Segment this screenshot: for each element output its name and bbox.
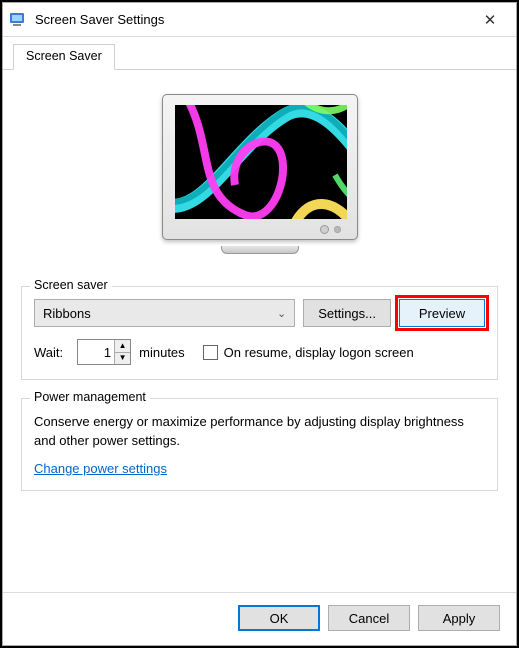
monitor-button-icon: [320, 225, 329, 234]
minutes-label: minutes: [139, 345, 185, 360]
cancel-button[interactable]: Cancel: [328, 605, 410, 631]
power-text: Conserve energy or maximize performance …: [34, 413, 485, 451]
close-button[interactable]: ✕: [470, 6, 510, 34]
settings-button[interactable]: Settings...: [303, 299, 391, 327]
monitor-stand: [221, 246, 299, 254]
monitor-led-icon: [334, 226, 341, 233]
screensaver-dropdown[interactable]: Ribbons ⌄: [34, 299, 295, 327]
apply-button[interactable]: Apply: [418, 605, 500, 631]
screensaver-settings-dialog: Screen Saver Settings ✕ Screen Saver: [2, 2, 517, 646]
wait-label: Wait:: [34, 345, 63, 360]
preview-area: [21, 88, 498, 278]
ok-button[interactable]: OK: [238, 605, 320, 631]
monitor-preview: [162, 94, 358, 254]
dialog-button-bar: OK Cancel Apply: [3, 592, 516, 645]
resume-checkbox[interactable]: [203, 345, 218, 360]
tab-screensaver[interactable]: Screen Saver: [13, 44, 115, 70]
resume-label: On resume, display logon screen: [224, 345, 414, 360]
screensaver-group-label: Screen saver: [30, 278, 112, 292]
app-icon: [9, 11, 27, 29]
power-group-label: Power management: [30, 390, 150, 404]
spinner-up-icon[interactable]: ▲: [115, 340, 130, 352]
wait-spinner[interactable]: ▲ ▼: [77, 339, 131, 365]
change-power-settings-link[interactable]: Change power settings: [34, 461, 167, 476]
dropdown-value: Ribbons: [43, 306, 91, 321]
preview-button[interactable]: Preview: [399, 299, 485, 327]
titlebar: Screen Saver Settings ✕: [3, 3, 516, 37]
screensaver-group: Screen saver Ribbons ⌄ Settings... Previ…: [21, 286, 498, 380]
window-title: Screen Saver Settings: [35, 12, 470, 27]
wait-input[interactable]: [78, 340, 114, 364]
chevron-down-icon: ⌄: [277, 307, 286, 320]
tabbar: Screen Saver: [3, 37, 516, 70]
spinner-down-icon[interactable]: ▼: [115, 352, 130, 365]
power-group: Power management Conserve energy or maxi…: [21, 398, 498, 491]
